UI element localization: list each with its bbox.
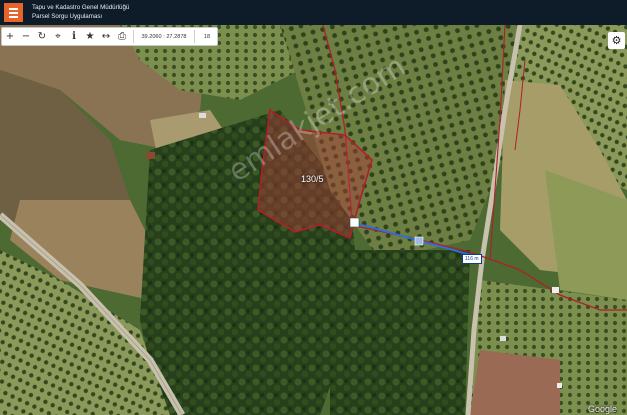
app-header: Tapu ve Kadastro Genel Müdürlüğü Parsel … bbox=[0, 0, 627, 25]
measure-start-marker bbox=[349, 217, 360, 228]
app-title-line2: Parsel Sorgu Uygulaması bbox=[32, 13, 103, 20]
google-attribution: Google bbox=[588, 404, 618, 414]
satellite-map[interactable] bbox=[0, 0, 627, 415]
toolbar-divider bbox=[194, 30, 195, 43]
toolbar-divider bbox=[133, 30, 134, 43]
zoom-out-icon[interactable]: − bbox=[18, 28, 34, 45]
refresh-icon[interactable]: ↻ bbox=[34, 28, 50, 45]
locate-icon[interactable]: ⌖ bbox=[50, 28, 66, 45]
favorite-star-icon[interactable]: ★ bbox=[82, 28, 98, 45]
zoom-in-icon[interactable]: + bbox=[2, 28, 18, 45]
zoom-level-readout: 18 bbox=[203, 33, 211, 40]
print-icon[interactable]: ⎙ bbox=[114, 28, 130, 45]
gear-icon[interactable]: ⚙ bbox=[608, 32, 625, 49]
distance-label: 116 m bbox=[462, 254, 482, 264]
info-icon[interactable]: i bbox=[66, 28, 82, 45]
measure-midpoint-marker bbox=[414, 236, 424, 246]
measure-icon[interactable]: ↔ bbox=[98, 28, 114, 45]
coordinate-readout: 39.2060 : 27.2878 bbox=[141, 33, 187, 40]
parcel-label[interactable]: 130/5 bbox=[301, 174, 324, 184]
hamburger-icon[interactable] bbox=[4, 3, 23, 22]
app-title-line1: Tapu ve Kadastro Genel Müdürlüğü bbox=[32, 4, 130, 11]
map-toolbar: + − ↻ ⌖ i ★ ↔ ⎙ 39.2060 : 27.2878 18 bbox=[1, 27, 218, 46]
app-title: Tapu ve Kadastro Genel Müdürlüğü Parsel … bbox=[32, 3, 129, 21]
